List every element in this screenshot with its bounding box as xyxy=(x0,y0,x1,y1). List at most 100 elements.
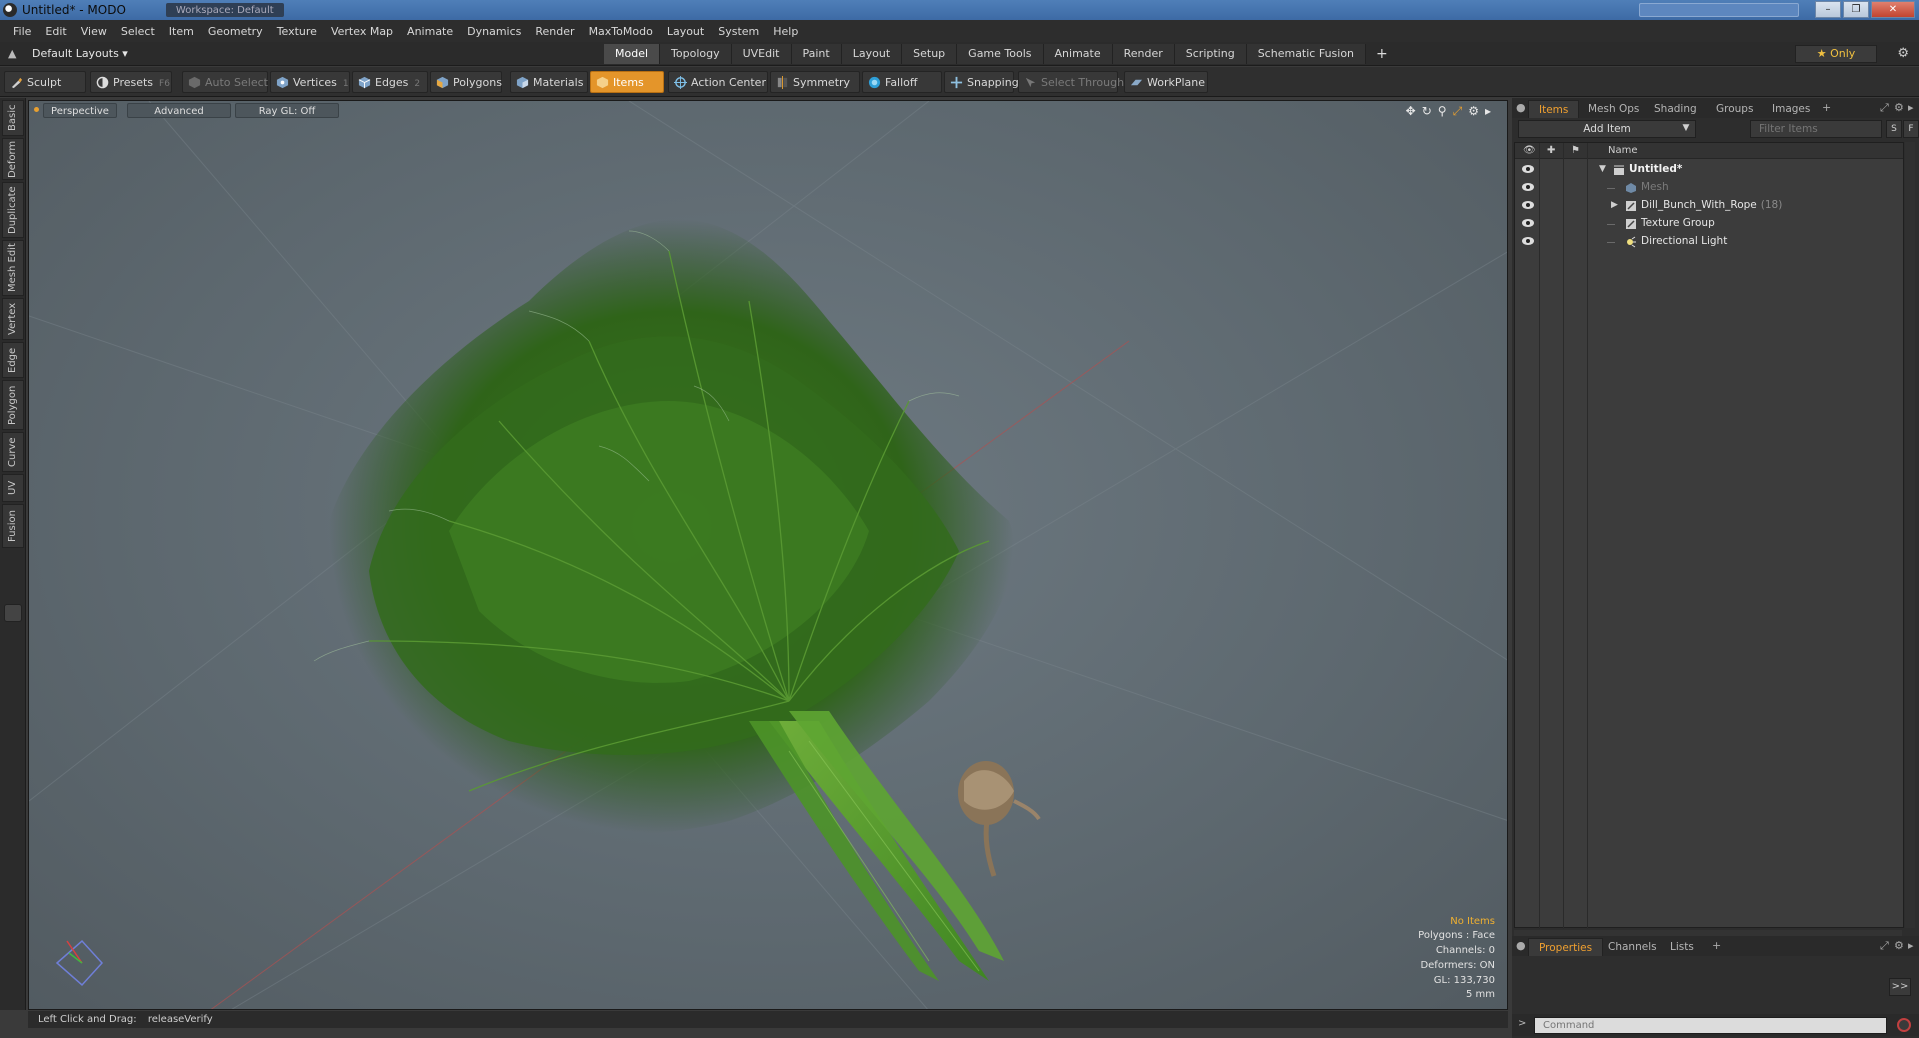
viewport-more-icon[interactable]: ▸ xyxy=(1485,104,1491,119)
falloff-button[interactable]: Falloff xyxy=(862,71,942,93)
menu-render[interactable]: Render xyxy=(528,25,581,38)
vtab-duplicate[interactable]: Duplicate xyxy=(2,182,24,238)
tab-shading[interactable]: Shading xyxy=(1644,100,1707,118)
tab-layout[interactable]: Layout xyxy=(841,44,903,64)
add-layout-tab-button[interactable]: + xyxy=(1366,44,1398,64)
tab-mesh-ops[interactable]: Mesh Ops xyxy=(1578,100,1649,118)
minimize-button[interactable]: – xyxy=(1815,1,1841,18)
list-item[interactable]: ▶ Dill_Bunch_With_Rope (18) xyxy=(1515,197,1903,215)
panel-menu-icon[interactable]: ● xyxy=(1516,939,1526,952)
polygons-button[interactable]: Polygons xyxy=(430,71,502,93)
vtab-vertex[interactable]: Vertex xyxy=(2,298,24,340)
shading-dropdown[interactable]: Advanced xyxy=(127,103,231,118)
list-item[interactable]: Texture Group xyxy=(1515,215,1903,233)
close-button[interactable]: ✕ xyxy=(1871,1,1915,18)
add-item-button[interactable]: Add Item xyxy=(1518,120,1696,138)
menu-view[interactable]: View xyxy=(74,25,114,38)
fit-view-icon[interactable]: ⤢ xyxy=(1453,104,1463,119)
vtab-polygon[interactable]: Polygon xyxy=(2,380,24,430)
panel-menu-icon[interactable]: ● xyxy=(1516,101,1526,114)
tab-scripting[interactable]: Scripting xyxy=(1174,44,1247,64)
gear-icon[interactable]: ⚙ xyxy=(1897,46,1909,61)
edges-button[interactable]: Edges 2 xyxy=(352,71,428,93)
zoom-icon[interactable]: ⚲ xyxy=(1438,104,1447,119)
vtab-uv[interactable]: UV xyxy=(2,474,24,502)
view-mode-dropdown[interactable]: Perspective xyxy=(43,103,117,118)
symmetry-button[interactable]: Symmetry xyxy=(770,71,860,93)
type-column-icon[interactable]: ⚑ xyxy=(1571,145,1580,156)
tab-properties[interactable]: Properties xyxy=(1528,938,1604,956)
menu-help[interactable]: Help xyxy=(766,25,805,38)
materials-button[interactable]: Materials xyxy=(510,71,588,93)
auto-select-button[interactable]: Auto Select xyxy=(182,71,268,93)
name-column-header[interactable]: Name xyxy=(1608,145,1638,156)
menu-vertex-map[interactable]: Vertex Map xyxy=(324,25,400,38)
command-input[interactable] xyxy=(1534,1017,1887,1034)
tab-groups[interactable]: Groups xyxy=(1706,100,1763,118)
tab-paint[interactable]: Paint xyxy=(791,44,842,64)
raygl-toggle[interactable]: Ray GL: Off xyxy=(235,103,339,118)
menu-geometry[interactable]: Geometry xyxy=(201,25,270,38)
item-list-scrollbar[interactable] xyxy=(1905,142,1915,928)
menu-item[interactable]: Item xyxy=(162,25,201,38)
tab-images[interactable]: Images xyxy=(1762,100,1820,118)
only-toggle-button[interactable]: ★ Only xyxy=(1795,45,1877,63)
tab-render[interactable]: Render xyxy=(1112,44,1175,64)
layouts-dropdown[interactable]: Default Layouts ▾ xyxy=(32,47,128,60)
tool-palette-toggle-button[interactable] xyxy=(4,604,22,622)
menu-maxtomodo[interactable]: MaxToModo xyxy=(582,25,660,38)
add-item-dropdown-icon[interactable]: ▼ xyxy=(1678,120,1694,138)
menu-edit[interactable]: Edit xyxy=(38,25,73,38)
menu-system[interactable]: System xyxy=(711,25,766,38)
pan-icon[interactable]: ✥ xyxy=(1406,104,1416,119)
select-through-button[interactable]: Select Through xyxy=(1018,71,1124,93)
lock-column-icon[interactable]: ✚ xyxy=(1547,145,1555,156)
menu-dynamics[interactable]: Dynamics xyxy=(460,25,528,38)
command-stop-icon[interactable] xyxy=(1897,1018,1911,1032)
tab-lists[interactable]: Lists xyxy=(1660,938,1704,956)
expand-arrow-icon[interactable]: ▼ xyxy=(1599,164,1606,174)
title-search-field[interactable] xyxy=(1639,3,1799,17)
sculpt-button[interactable]: Sculpt xyxy=(4,71,86,93)
panel-gear-icon[interactable]: ⚙ xyxy=(1894,101,1904,114)
add-panel-tab-icon[interactable]: + xyxy=(1822,101,1831,114)
menu-file[interactable]: File xyxy=(6,25,38,38)
tab-uvedit[interactable]: UVEdit xyxy=(731,44,792,64)
filter-f-button[interactable]: F xyxy=(1903,120,1919,138)
viewport-settings-icon[interactable]: ⚙ xyxy=(1468,104,1479,119)
panel-arrow-icon[interactable]: ▸ xyxy=(1908,939,1914,952)
items-mode-button[interactable]: Items xyxy=(590,71,664,93)
add-panel-tab-icon[interactable]: + xyxy=(1712,939,1721,952)
eye-icon[interactable] xyxy=(1521,235,1535,247)
snapping-button[interactable]: Snapping xyxy=(944,71,1019,93)
workplane-button[interactable]: WorkPlane xyxy=(1124,71,1208,93)
properties-expand-button[interactable]: >> xyxy=(1889,978,1911,996)
list-item[interactable]: Mesh xyxy=(1515,179,1903,197)
menu-layout[interactable]: Layout xyxy=(660,25,711,38)
viewport-menu-dot[interactable] xyxy=(34,107,39,112)
menu-animate[interactable]: Animate xyxy=(400,25,460,38)
menu-texture[interactable]: Texture xyxy=(270,25,324,38)
3d-viewport[interactable]: Perspective Advanced Ray GL: Off ✥ ↻ ⚲ ⤢… xyxy=(28,100,1508,1010)
tab-schematic-fusion[interactable]: Schematic Fusion xyxy=(1246,44,1367,64)
vertices-button[interactable]: Vertices 1 xyxy=(270,71,350,93)
list-item[interactable]: Directional Light xyxy=(1515,233,1903,251)
vtab-mesh-edit[interactable]: Mesh Edit xyxy=(2,240,24,296)
eye-icon[interactable] xyxy=(1521,163,1535,175)
eye-icon[interactable] xyxy=(1521,217,1535,229)
eye-icon[interactable] xyxy=(1521,199,1535,211)
rotate-icon[interactable]: ↻ xyxy=(1422,104,1432,119)
panel-gear-icon[interactable]: ⚙ xyxy=(1894,939,1904,952)
tab-model[interactable]: Model xyxy=(604,44,661,64)
tab-game-tools[interactable]: Game Tools xyxy=(957,44,1044,64)
maximize-button[interactable]: ❐ xyxy=(1843,1,1869,18)
tab-items[interactable]: Items xyxy=(1528,100,1580,118)
layout-toggle-icon[interactable]: ▲ xyxy=(8,47,16,60)
vtab-edge[interactable]: Edge xyxy=(2,342,24,378)
tab-channels[interactable]: Channels xyxy=(1598,938,1667,956)
filter-s-button[interactable]: S xyxy=(1886,120,1902,138)
presets-button[interactable]: Presets F6 xyxy=(90,71,172,93)
eye-icon[interactable] xyxy=(1521,181,1535,193)
list-item[interactable]: ▼ Untitled* xyxy=(1515,161,1903,179)
panel-expand-icon[interactable]: ⤢ xyxy=(1880,939,1889,953)
